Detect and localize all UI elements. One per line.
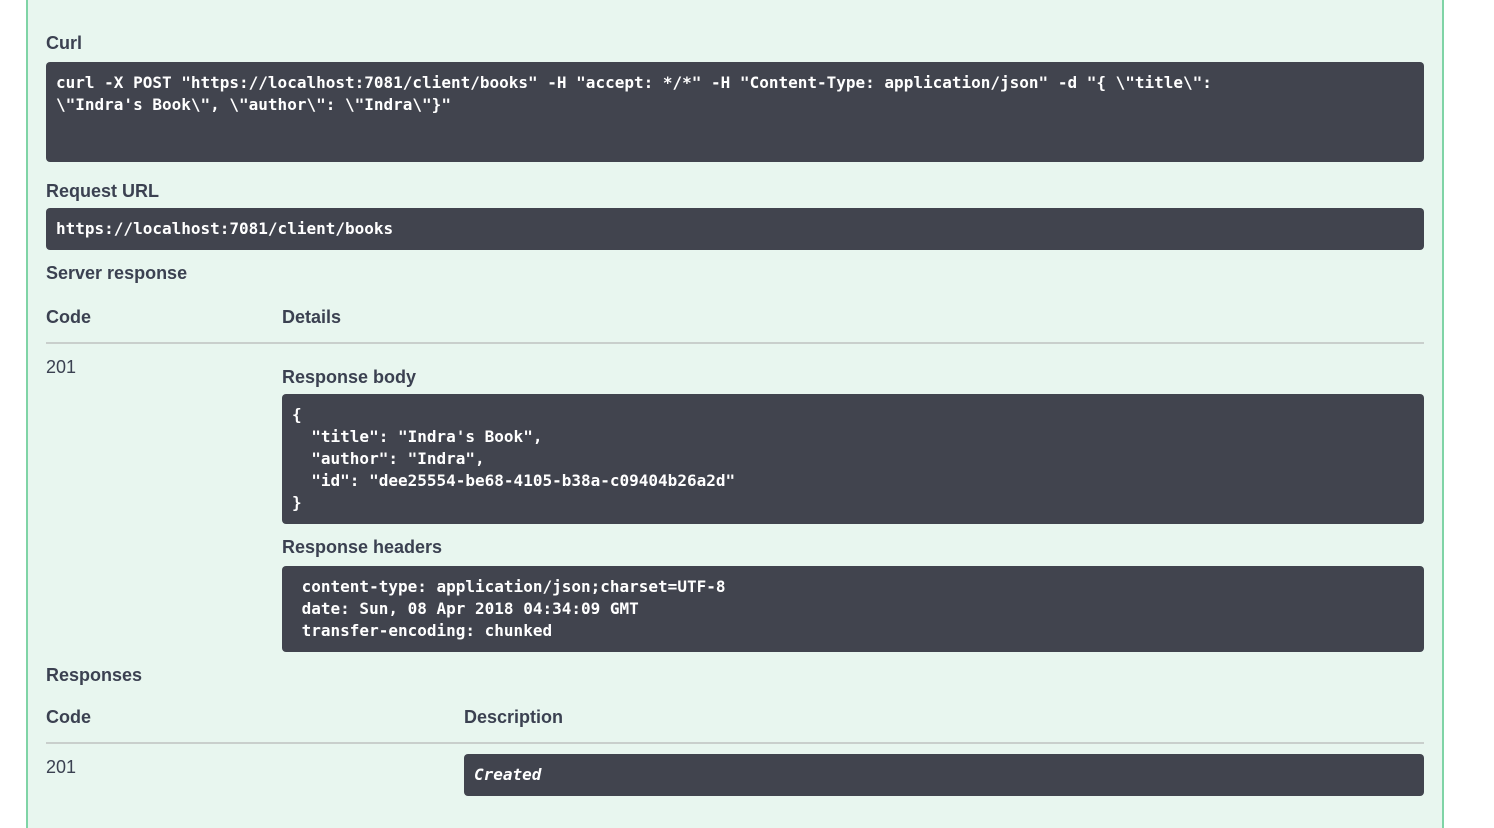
server-response-code: 201 [46,357,77,377]
responses-code: 201 [46,757,77,777]
response-headers-label: Response headers [282,537,443,557]
server-response-details-header: Details [282,307,342,327]
responses-description-block: Created [464,754,1424,796]
request-url-block[interactable]: https://localhost:7081/client/books [46,208,1424,250]
response-body-block[interactable]: { "title": "Indra's Book", "author": "In… [282,394,1424,524]
responses-label: Responses [46,665,143,685]
server-response-label: Server response [46,263,188,283]
responses-divider [46,742,1424,744]
responses-description-header: Description [464,707,564,727]
request-url-label: Request URL [46,181,160,201]
response-headers-block[interactable]: content-type: application/json;charset=U… [282,566,1424,652]
server-response-divider [46,342,1424,344]
responses-code-header: Code [46,707,91,727]
server-response-code-header: Code [46,307,91,327]
response-body-label: Response body [282,367,417,387]
curl-label: Curl [46,33,82,53]
curl-command-block[interactable]: curl -X POST "https://localhost:7081/cli… [46,62,1424,162]
